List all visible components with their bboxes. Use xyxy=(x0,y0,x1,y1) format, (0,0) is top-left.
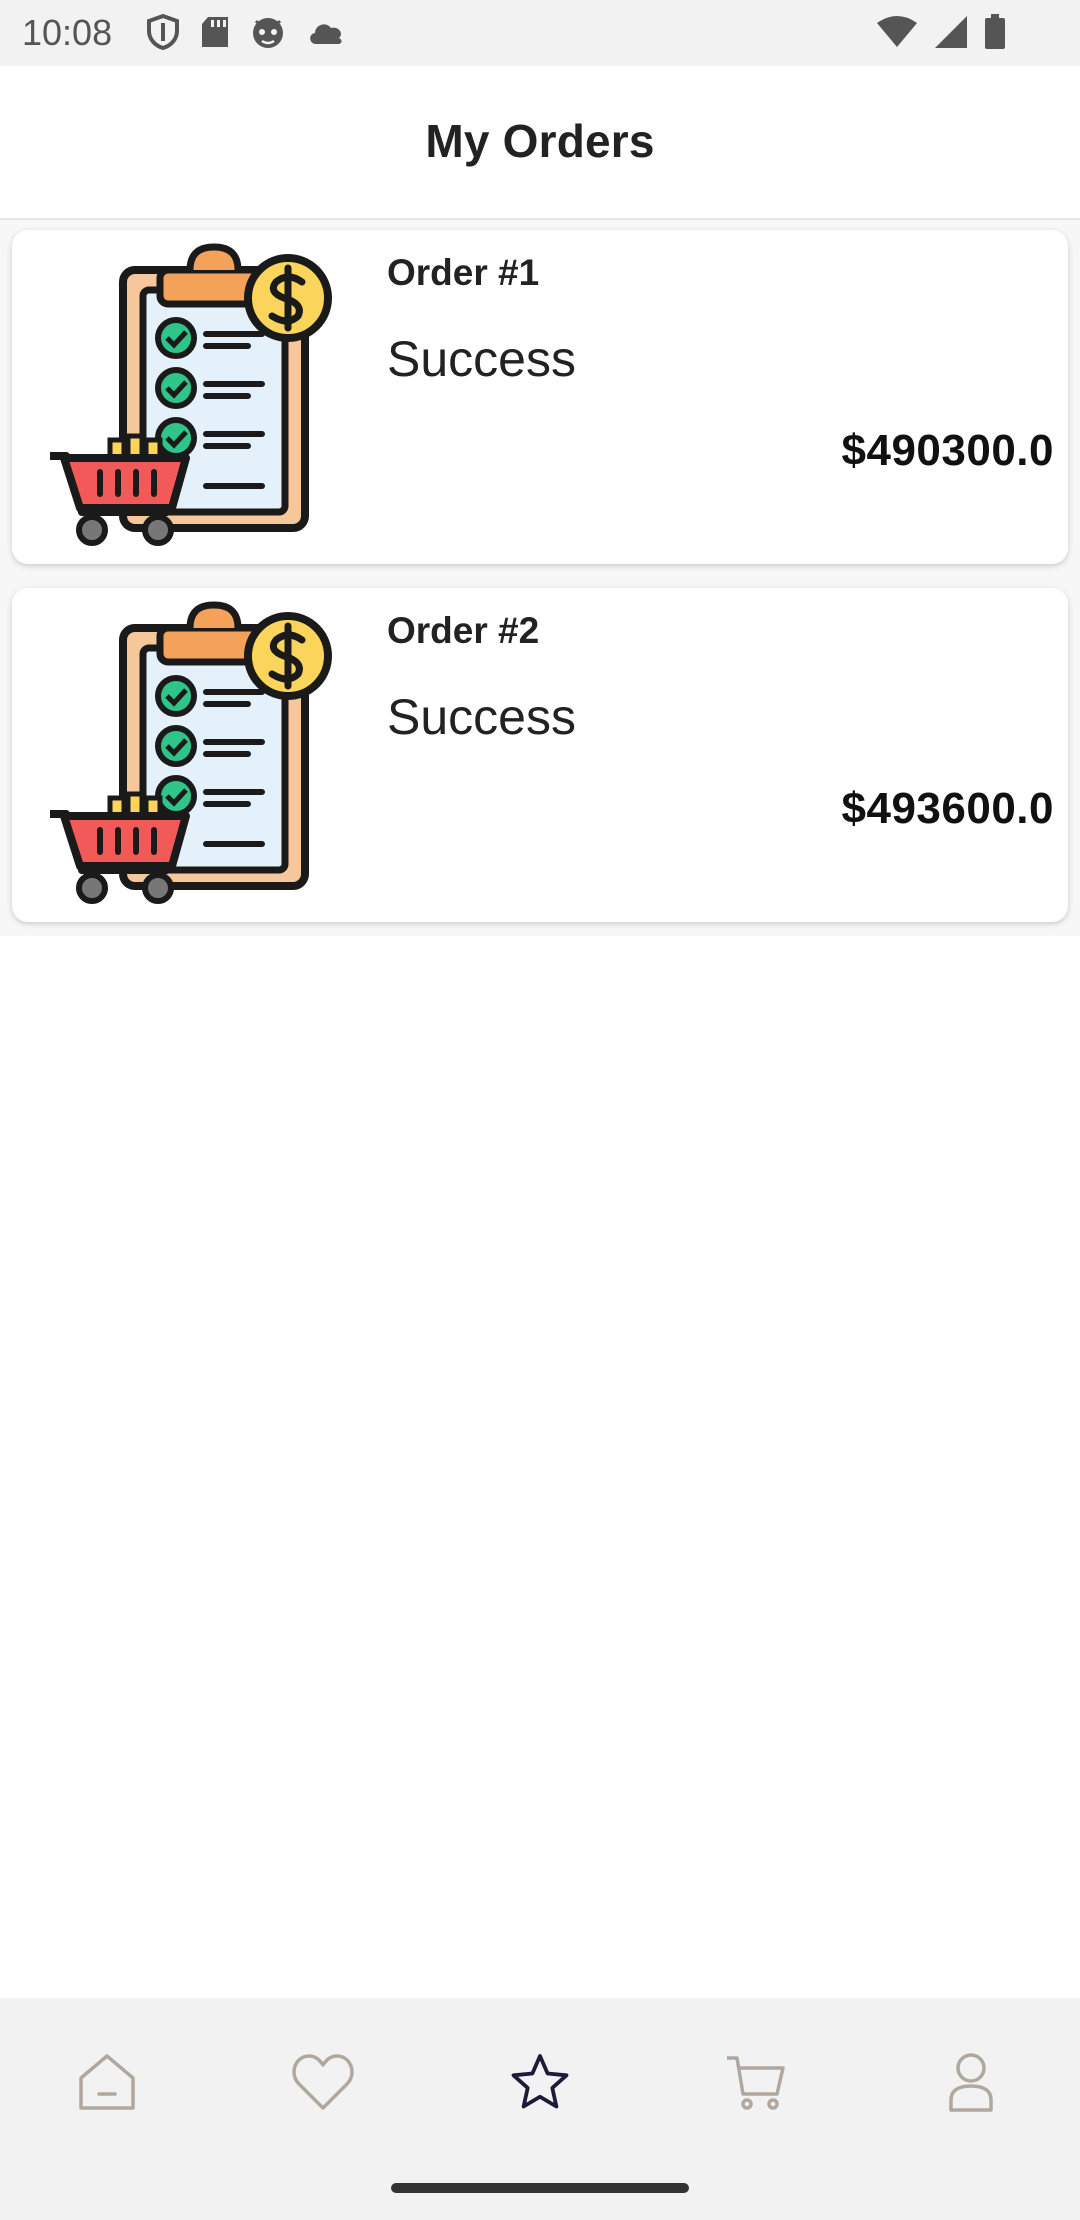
profile-icon xyxy=(939,2050,1003,2119)
order-status: Success xyxy=(387,331,576,387)
star-icon xyxy=(510,2052,570,2117)
status-bar: 10:08 xyxy=(0,0,1080,66)
status-icons-right xyxy=(876,14,1006,50)
order-total: $490300.0 xyxy=(841,426,1054,475)
order-status: Success xyxy=(387,689,576,745)
signal-icon xyxy=(934,15,968,49)
cart-icon xyxy=(723,2050,787,2119)
order-clipboard-icon xyxy=(48,242,348,552)
order-title: Order #1 xyxy=(387,252,540,293)
status-time: 10:08 xyxy=(22,12,113,53)
home-indicator[interactable] xyxy=(391,2183,689,2193)
order-card[interactable]: Order #1 Success $490300.0 xyxy=(12,230,1068,564)
order-clipboard-icon xyxy=(48,600,348,910)
app-bar: My Orders xyxy=(0,66,1080,220)
status-icons-left xyxy=(146,14,346,50)
sd-card-icon xyxy=(200,15,230,49)
home-icon xyxy=(75,2050,139,2119)
android-icon xyxy=(250,15,286,49)
battery-icon xyxy=(984,14,1006,50)
order-card[interactable]: Order #2 Success $493600.0 xyxy=(12,588,1068,922)
orders-screen: 10:08 My Orders Order #1 Success $490300… xyxy=(0,0,1080,2220)
wifi-icon xyxy=(876,15,918,49)
nav-home[interactable] xyxy=(67,2044,147,2124)
page-title: My Orders xyxy=(425,115,655,167)
cloud-icon xyxy=(306,18,346,46)
order-title: Order #2 xyxy=(387,610,540,651)
heart-icon xyxy=(291,2052,355,2117)
shield-icon xyxy=(146,14,180,50)
order-total: $493600.0 xyxy=(841,784,1054,833)
nav-profile[interactable] xyxy=(931,2044,1011,2124)
nav-orders[interactable] xyxy=(500,2044,580,2124)
nav-favorites[interactable] xyxy=(283,2044,363,2124)
order-list: Order #1 Success $490300.0 Order #2 Succ… xyxy=(0,220,1080,936)
nav-cart[interactable] xyxy=(715,2044,795,2124)
bottom-nav xyxy=(0,1998,1080,2220)
